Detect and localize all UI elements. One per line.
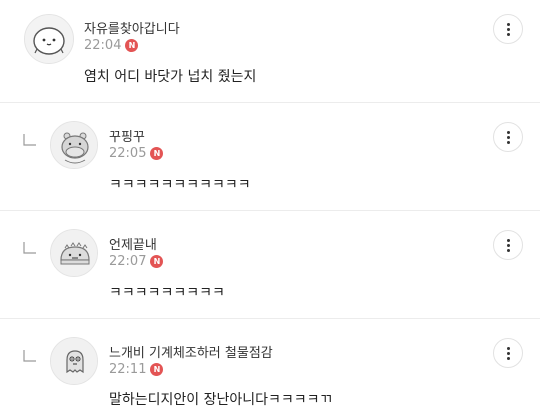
reply-time: 22:11: [109, 362, 147, 377]
comment-item: 자유를찾아갑니다 22:04 N 염치 어디 바닷가 넙치 줬는지: [0, 0, 540, 102]
reply-arrow-icon: [23, 134, 36, 146]
more-options-button[interactable]: [493, 230, 523, 260]
reply-author[interactable]: 느개비 기계체조하러 철물점감: [109, 342, 273, 361]
reply-item: 꾸핑꾸 22:05 N ㅋㅋㅋㅋㅋㅋㅋㅋㅋㅋㅋ: [0, 103, 540, 210]
reply-meta: 22:07 N: [109, 254, 164, 269]
reply-arrow-icon: [23, 350, 36, 362]
reply-time: 22:07: [109, 254, 147, 269]
reply-arrow-icon: [23, 242, 36, 254]
ghost-avatar-icon[interactable]: [50, 337, 98, 385]
new-badge: N: [150, 255, 164, 268]
more-options-button[interactable]: [493, 14, 523, 44]
comment-time: 22:04: [84, 38, 122, 53]
new-badge: N: [150, 147, 164, 160]
reply-time: 22:05: [109, 146, 147, 161]
more-vertical-icon: [506, 22, 510, 36]
reply-author[interactable]: 꾸핑꾸: [109, 126, 145, 145]
reply-item: 언제끝내 22:07 N ㅋㅋㅋㅋㅋㅋㅋㅋㅋ: [0, 211, 540, 318]
comment-meta: 22:04 N: [84, 38, 139, 53]
more-vertical-icon: [506, 238, 510, 252]
more-vertical-icon: [506, 130, 510, 144]
reply-item: 느개비 기계체조하러 철물점감 22:11 N 말하는디지안이 장난아니다ㅋㅋㅋ…: [0, 319, 540, 418]
reply-text: ㅋㅋㅋㅋㅋㅋㅋㅋㅋ: [109, 285, 225, 301]
comment-author[interactable]: 자유를찾아갑니다: [84, 18, 180, 37]
round-face-avatar-icon[interactable]: [24, 14, 74, 64]
hippo-avatar-icon[interactable]: [50, 121, 98, 169]
reply-meta: 22:05 N: [109, 146, 164, 161]
comment-text: 염치 어디 바닷가 넙치 줬는지: [84, 69, 257, 85]
reply-text: 말하는디지안이 장난아니다ㅋㅋㅋㅋㄲ: [109, 392, 333, 408]
more-vertical-icon: [506, 346, 510, 360]
new-badge: N: [150, 363, 164, 376]
more-options-button[interactable]: [493, 122, 523, 152]
reply-author[interactable]: 언제끝내: [109, 234, 157, 253]
dino-avatar-icon[interactable]: [50, 229, 98, 277]
reply-meta: 22:11 N: [109, 362, 164, 377]
reply-text: ㅋㅋㅋㅋㅋㅋㅋㅋㅋㅋㅋ: [109, 177, 251, 193]
more-options-button[interactable]: [493, 338, 523, 368]
new-badge: N: [125, 39, 139, 52]
